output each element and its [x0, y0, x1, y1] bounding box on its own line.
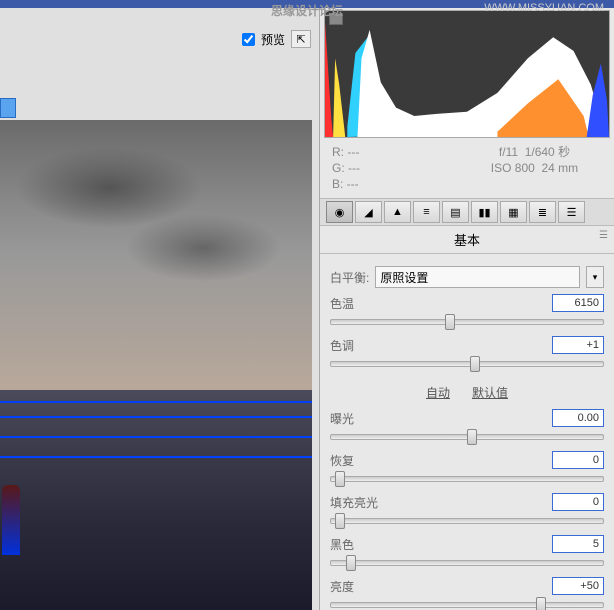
panel-menu-icon[interactable]: ☰ — [599, 230, 608, 241]
slider-recovery-thumb[interactable] — [335, 471, 345, 487]
default-link[interactable]: 默认值 — [472, 384, 508, 401]
slider-brightness-label: 亮度 — [330, 578, 354, 595]
slider-black-value[interactable] — [552, 535, 604, 553]
slider-tint-label: 色调 — [330, 337, 354, 354]
slider-tint-thumb[interactable] — [470, 356, 480, 372]
slider-temp-track[interactable] — [330, 314, 604, 330]
tab-fx-icon[interactable]: ▦ — [500, 201, 527, 223]
preview-bridge — [0, 390, 312, 610]
tab-curve-icon[interactable]: ◢ — [355, 201, 382, 223]
slider-temp-value[interactable] — [552, 294, 604, 312]
white-balance-row: 白平衡: ▾ — [330, 266, 604, 288]
fullscreen-icon[interactable]: ⇱ — [291, 30, 311, 48]
slider-brightness: 亮度 — [330, 577, 604, 610]
slider-recovery: 恢复 — [330, 451, 604, 487]
slider-black-thumb[interactable] — [346, 555, 356, 571]
meta-iso-line: ISO 800 24 mm — [467, 160, 602, 176]
meta-r: R: --- — [332, 144, 467, 160]
wb-label: 白平衡: — [330, 269, 369, 286]
main-layout: 预览 ⇱ — [0, 8, 614, 610]
meta-g: G: --- — [332, 160, 467, 176]
slider-exposure-track[interactable] — [330, 429, 604, 445]
controls-area: 白平衡: ▾ 色温 色调 自动 默认值 曝光 — [320, 254, 614, 610]
slider-temp: 色温 — [330, 294, 604, 330]
image-preview[interactable] — [0, 120, 312, 610]
preview-toolbar: 预览 ⇱ — [242, 30, 311, 48]
slider-tint: 色调 — [330, 336, 604, 372]
watermark-url: WWW.MISSYUAN.COM — [484, 2, 604, 14]
adjustments-panel: R: --- G: --- B: --- f/11 1/640 秒 ISO 80… — [320, 8, 614, 610]
auto-default-row: 自动 默认值 — [330, 384, 604, 401]
slider-black-label: 黑色 — [330, 536, 354, 553]
tab-hsl-icon[interactable]: ≡ — [413, 201, 440, 223]
slider-tint-track[interactable] — [330, 356, 604, 372]
histogram[interactable] — [324, 10, 610, 138]
metadata-readout: R: --- G: --- B: --- f/11 1/640 秒 ISO 80… — [320, 138, 614, 198]
tab-detail-icon[interactable]: ▲ — [384, 201, 411, 223]
tab-basic-icon[interactable]: ◉ — [326, 201, 353, 223]
slider-temp-label: 色温 — [330, 295, 354, 312]
tab-split-icon[interactable]: ▤ — [442, 201, 469, 223]
panel-title: 基本 ☰ — [320, 226, 614, 254]
tab-presets-icon[interactable]: ☰ — [558, 201, 585, 223]
slider-brightness-value[interactable] — [552, 577, 604, 595]
slider-exposure-label: 曝光 — [330, 410, 354, 427]
slider-brightness-thumb[interactable] — [536, 597, 546, 610]
slider-fill-value[interactable] — [552, 493, 604, 511]
slider-exposure-value[interactable] — [552, 409, 604, 427]
watermark-text: 思缘设计论坛 — [271, 2, 343, 19]
preview-label: 预览 — [261, 31, 285, 48]
slider-recovery-label: 恢复 — [330, 452, 354, 469]
slider-temp-thumb[interactable] — [445, 314, 455, 330]
auto-link[interactable]: 自动 — [426, 384, 450, 401]
slider-fill-thumb[interactable] — [335, 513, 345, 529]
slider-exposure-thumb[interactable] — [467, 429, 477, 445]
tool-tabs: ◉ ◢ ▲ ≡ ▤ ▮▮ ▦ ≣ ☰ — [320, 198, 614, 226]
tab-lens-icon[interactable]: ▮▮ — [471, 201, 498, 223]
histogram-svg — [325, 11, 609, 137]
left-preview-panel: 预览 ⇱ — [0, 8, 320, 610]
slider-fill: 填充亮光 — [330, 493, 604, 529]
slider-fill-track[interactable] — [330, 513, 604, 529]
preview-sky — [0, 120, 312, 390]
slider-black: 黑色 — [330, 535, 604, 571]
tab-calib-icon[interactable]: ≣ — [529, 201, 556, 223]
slider-black-track[interactable] — [330, 555, 604, 571]
meta-exposure-line: f/11 1/640 秒 — [467, 144, 602, 160]
chevron-down-icon[interactable]: ▾ — [586, 266, 604, 288]
wb-select[interactable] — [375, 266, 580, 288]
meta-b: B: --- — [332, 176, 467, 192]
slider-recovery-value[interactable] — [552, 451, 604, 469]
slider-brightness-track[interactable] — [330, 597, 604, 610]
slider-tint-value[interactable] — [552, 336, 604, 354]
slider-fill-label: 填充亮光 — [330, 494, 378, 511]
preview-checkbox[interactable] — [242, 33, 255, 46]
slider-exposure: 曝光 — [330, 409, 604, 445]
image-tab-marker[interactable] — [0, 98, 16, 118]
slider-recovery-track[interactable] — [330, 471, 604, 487]
